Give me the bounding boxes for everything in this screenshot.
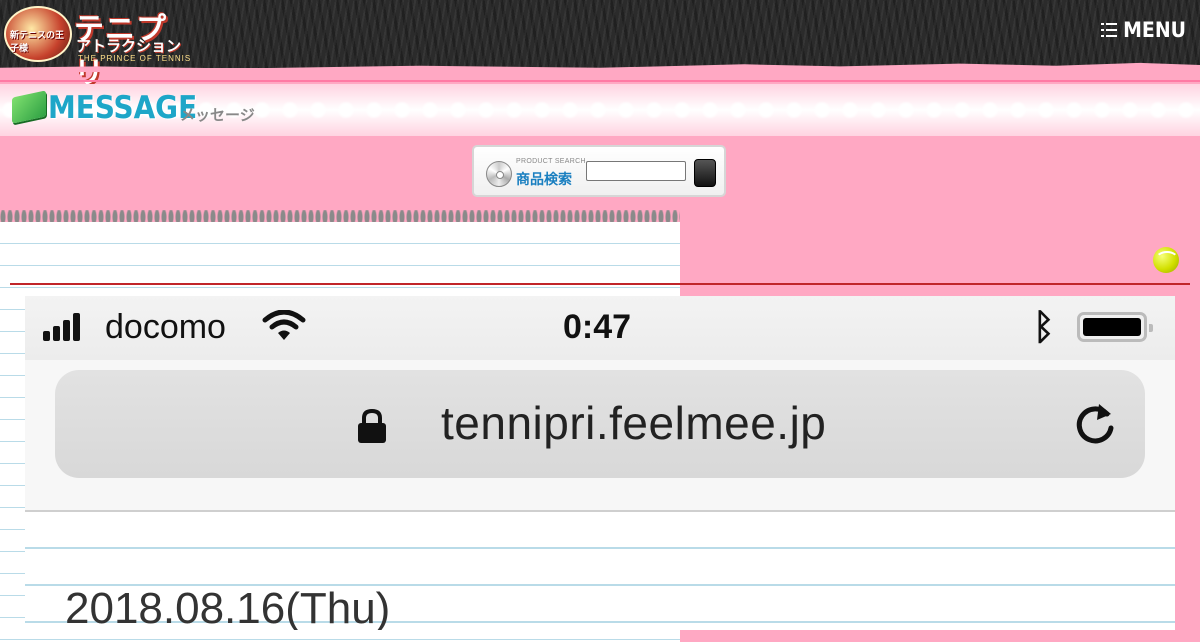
- envelope-icon: [12, 90, 46, 124]
- search-small-label: PRODUCT SEARCH: [516, 158, 586, 165]
- battery-icon: [1077, 312, 1153, 342]
- signal-icon: [43, 311, 80, 341]
- wifi-icon: [262, 310, 306, 340]
- search-label: 商品検索: [516, 171, 572, 187]
- cd-icon: [486, 161, 512, 187]
- message-image: docomo 0:47 ᛒ tennipri.feelmee.jp 2018.0…: [25, 296, 1175, 630]
- logo-emblem: 新テニスの王子様: [4, 6, 72, 62]
- lock-icon: [358, 408, 386, 443]
- menu-label: MENU: [1123, 18, 1186, 42]
- product-search: PRODUCT SEARCH 商品検索: [472, 145, 726, 197]
- address-bar[interactable]: tennipri.feelmee.jp: [55, 370, 1145, 478]
- menu-button[interactable]: MENU: [1101, 18, 1186, 42]
- logo-emblem-text: 新テニスの王子様: [10, 31, 65, 54]
- message-band: MESSAGE メッセージ: [0, 84, 1200, 136]
- search-input[interactable]: [586, 161, 686, 181]
- search-button[interactable]: [694, 159, 716, 187]
- red-rule: [10, 283, 1190, 285]
- logo-english: THE PRINCE OF TENNIS: [78, 54, 192, 63]
- menu-icon: [1101, 23, 1118, 37]
- logo-subtitle: アトラクション: [76, 37, 182, 55]
- divider: [0, 80, 1200, 82]
- page-subtitle: メッセージ: [180, 107, 255, 124]
- url-text: tennipri.feelmee.jp: [441, 397, 827, 449]
- reload-icon[interactable]: [1069, 398, 1121, 450]
- bluetooth-icon: ᛒ: [1033, 306, 1055, 347]
- phone-status-bar: docomo 0:47 ᛒ: [25, 296, 1175, 360]
- page-title: MESSAGE: [48, 90, 198, 126]
- site-logo[interactable]: 新テニスの王子様 テニプリ アトラクション THE PRINCE OF TENN…: [4, 4, 194, 91]
- message-date: 2018.08.16(Thu): [65, 584, 391, 630]
- carrier-name: docomo: [105, 308, 226, 346]
- tennis-ball-icon: [1153, 247, 1179, 273]
- phone-time: 0:47: [563, 308, 632, 346]
- header-bar: 新テニスの王子様 テニプリ アトラクション THE PRINCE OF TENN…: [0, 0, 1200, 91]
